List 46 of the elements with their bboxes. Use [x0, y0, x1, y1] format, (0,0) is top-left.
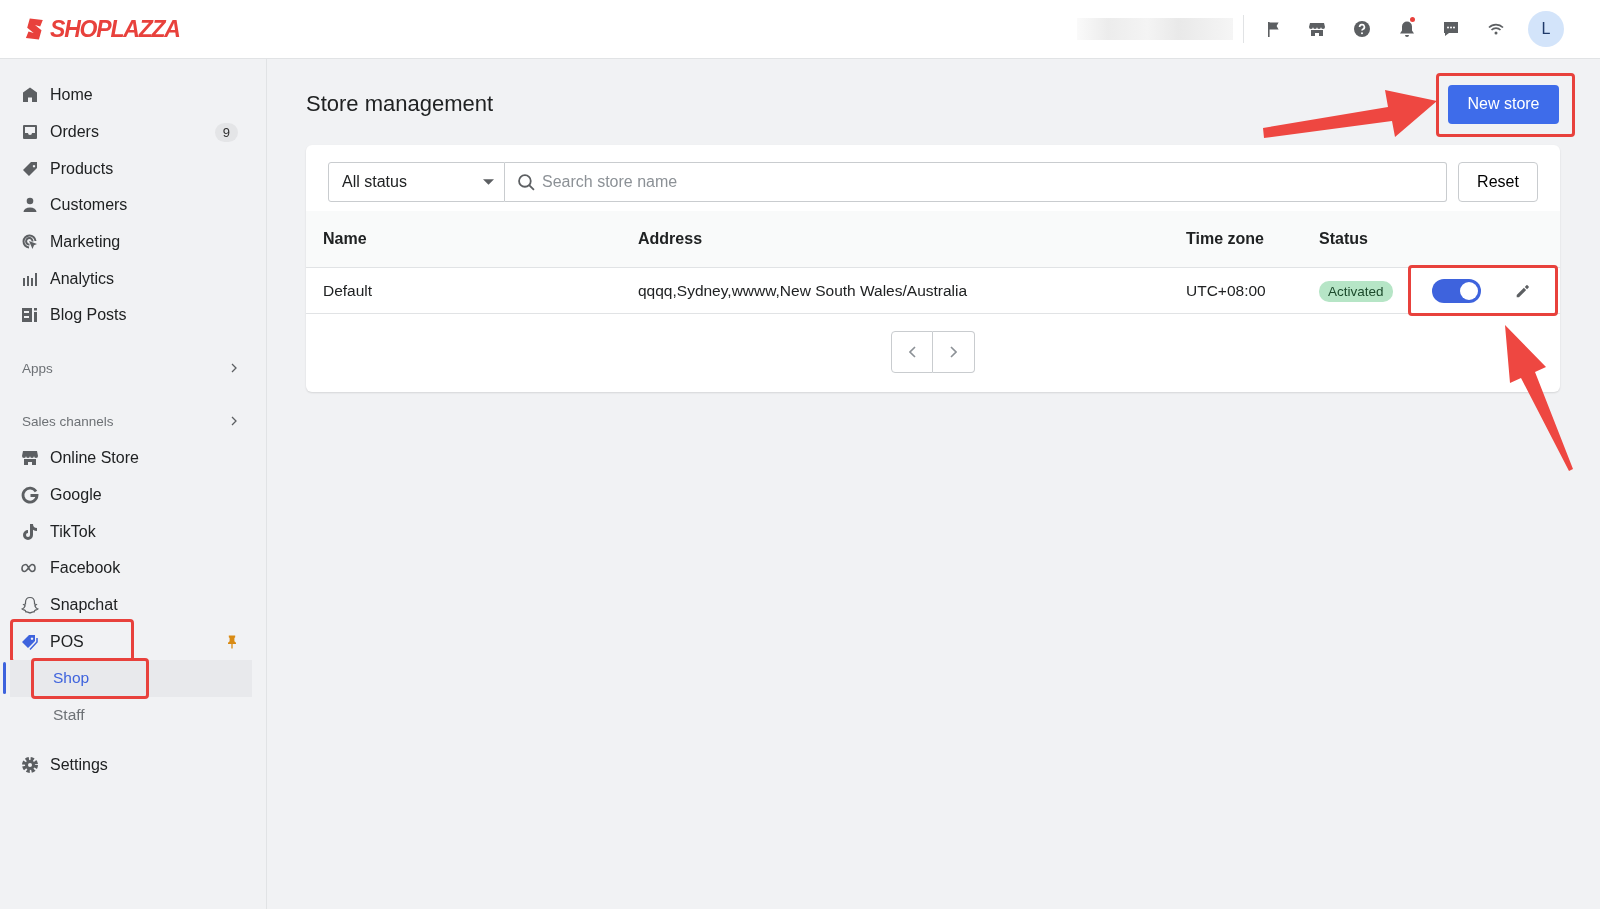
table-cell-text: qqqq,Sydney,wwww,New South Wales/Australia [638, 282, 969, 300]
nav-item[interactable]: Products [20, 158, 238, 179]
selection-bar [3, 661, 6, 694]
table-cell-text: UTC+08:00 [1186, 282, 1267, 300]
column-header: Name [323, 230, 368, 248]
page-title: Store management [306, 91, 494, 117]
nav-item[interactable]: Home [20, 85, 238, 106]
caret-down-icon [483, 179, 494, 185]
chevron-left-icon [908, 346, 916, 358]
music-note-icon [20, 521, 40, 542]
section-heading: Sales channels [22, 413, 114, 429]
section-heading: Apps [22, 360, 53, 376]
nav-item[interactable]: Staff [0, 705, 85, 724]
nav-item[interactable]: Settings [20, 754, 238, 775]
google-icon [20, 484, 40, 505]
table-cell-text: Default [323, 282, 374, 300]
help-icon[interactable] [1351, 19, 1372, 39]
toggle-switch[interactable] [1432, 279, 1481, 303]
nav-item[interactable]: Facebook [20, 558, 238, 579]
nav-item[interactable]: Orders [20, 122, 215, 143]
nav-item[interactable]: POS [20, 631, 224, 652]
nav-item[interactable]: Blog Posts [20, 305, 238, 326]
nav-item[interactable]: Analytics [20, 268, 238, 289]
ghost-icon [20, 594, 40, 615]
pencil-icon[interactable] [1514, 282, 1532, 300]
nav-item[interactable]: Snapchat [20, 594, 238, 615]
new-store-button[interactable]: New store [1448, 84, 1559, 124]
nav-item[interactable]: Online Store [20, 448, 238, 469]
search-icon [518, 174, 535, 191]
count-badge: 9 [214, 122, 238, 142]
column-header: Time zone [1186, 230, 1265, 248]
logo: SHOPLAZZA [50, 15, 180, 43]
avatar[interactable]: L [1528, 11, 1564, 47]
settings-icon [20, 754, 40, 775]
chevron-right-icon [950, 346, 957, 358]
search-field[interactable]: Search store name [505, 162, 1447, 202]
column-header: Address [638, 230, 704, 248]
status-dropdown[interactable]: All status [328, 162, 505, 202]
nav-item[interactable]: Customers [20, 195, 238, 216]
nav-item[interactable]: Google [20, 484, 238, 505]
status-badge: Activated [1319, 281, 1393, 302]
reset-button[interactable]: Reset [1458, 162, 1538, 202]
nav-item[interactable]: Marketing [20, 232, 238, 253]
column-header: Status [1319, 230, 1369, 248]
nav-item[interactable]: TikTok [20, 521, 238, 542]
nav-item[interactable]: Shop [10, 669, 90, 688]
